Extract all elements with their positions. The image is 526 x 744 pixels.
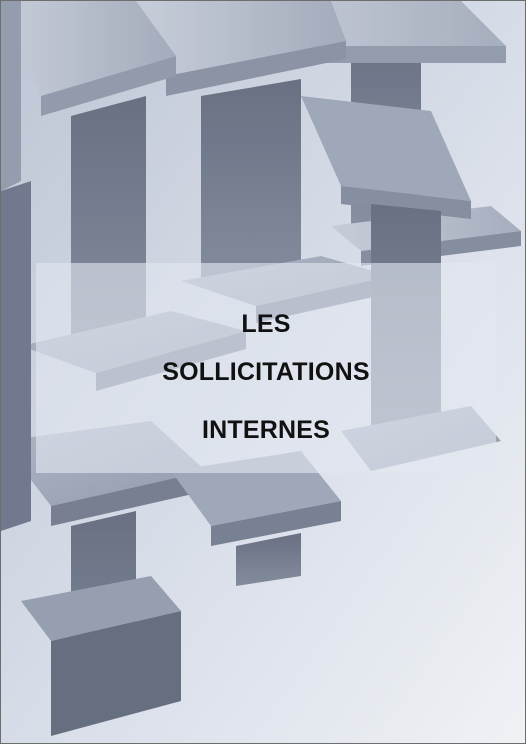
document-cover-page: LES SOLLICITATIONS INTERNES <box>0 0 526 744</box>
title-line-2: SOLLICITATIONS <box>162 358 370 386</box>
title-line-1: LES <box>241 310 291 338</box>
title-line-3: INTERNES <box>201 416 330 444</box>
